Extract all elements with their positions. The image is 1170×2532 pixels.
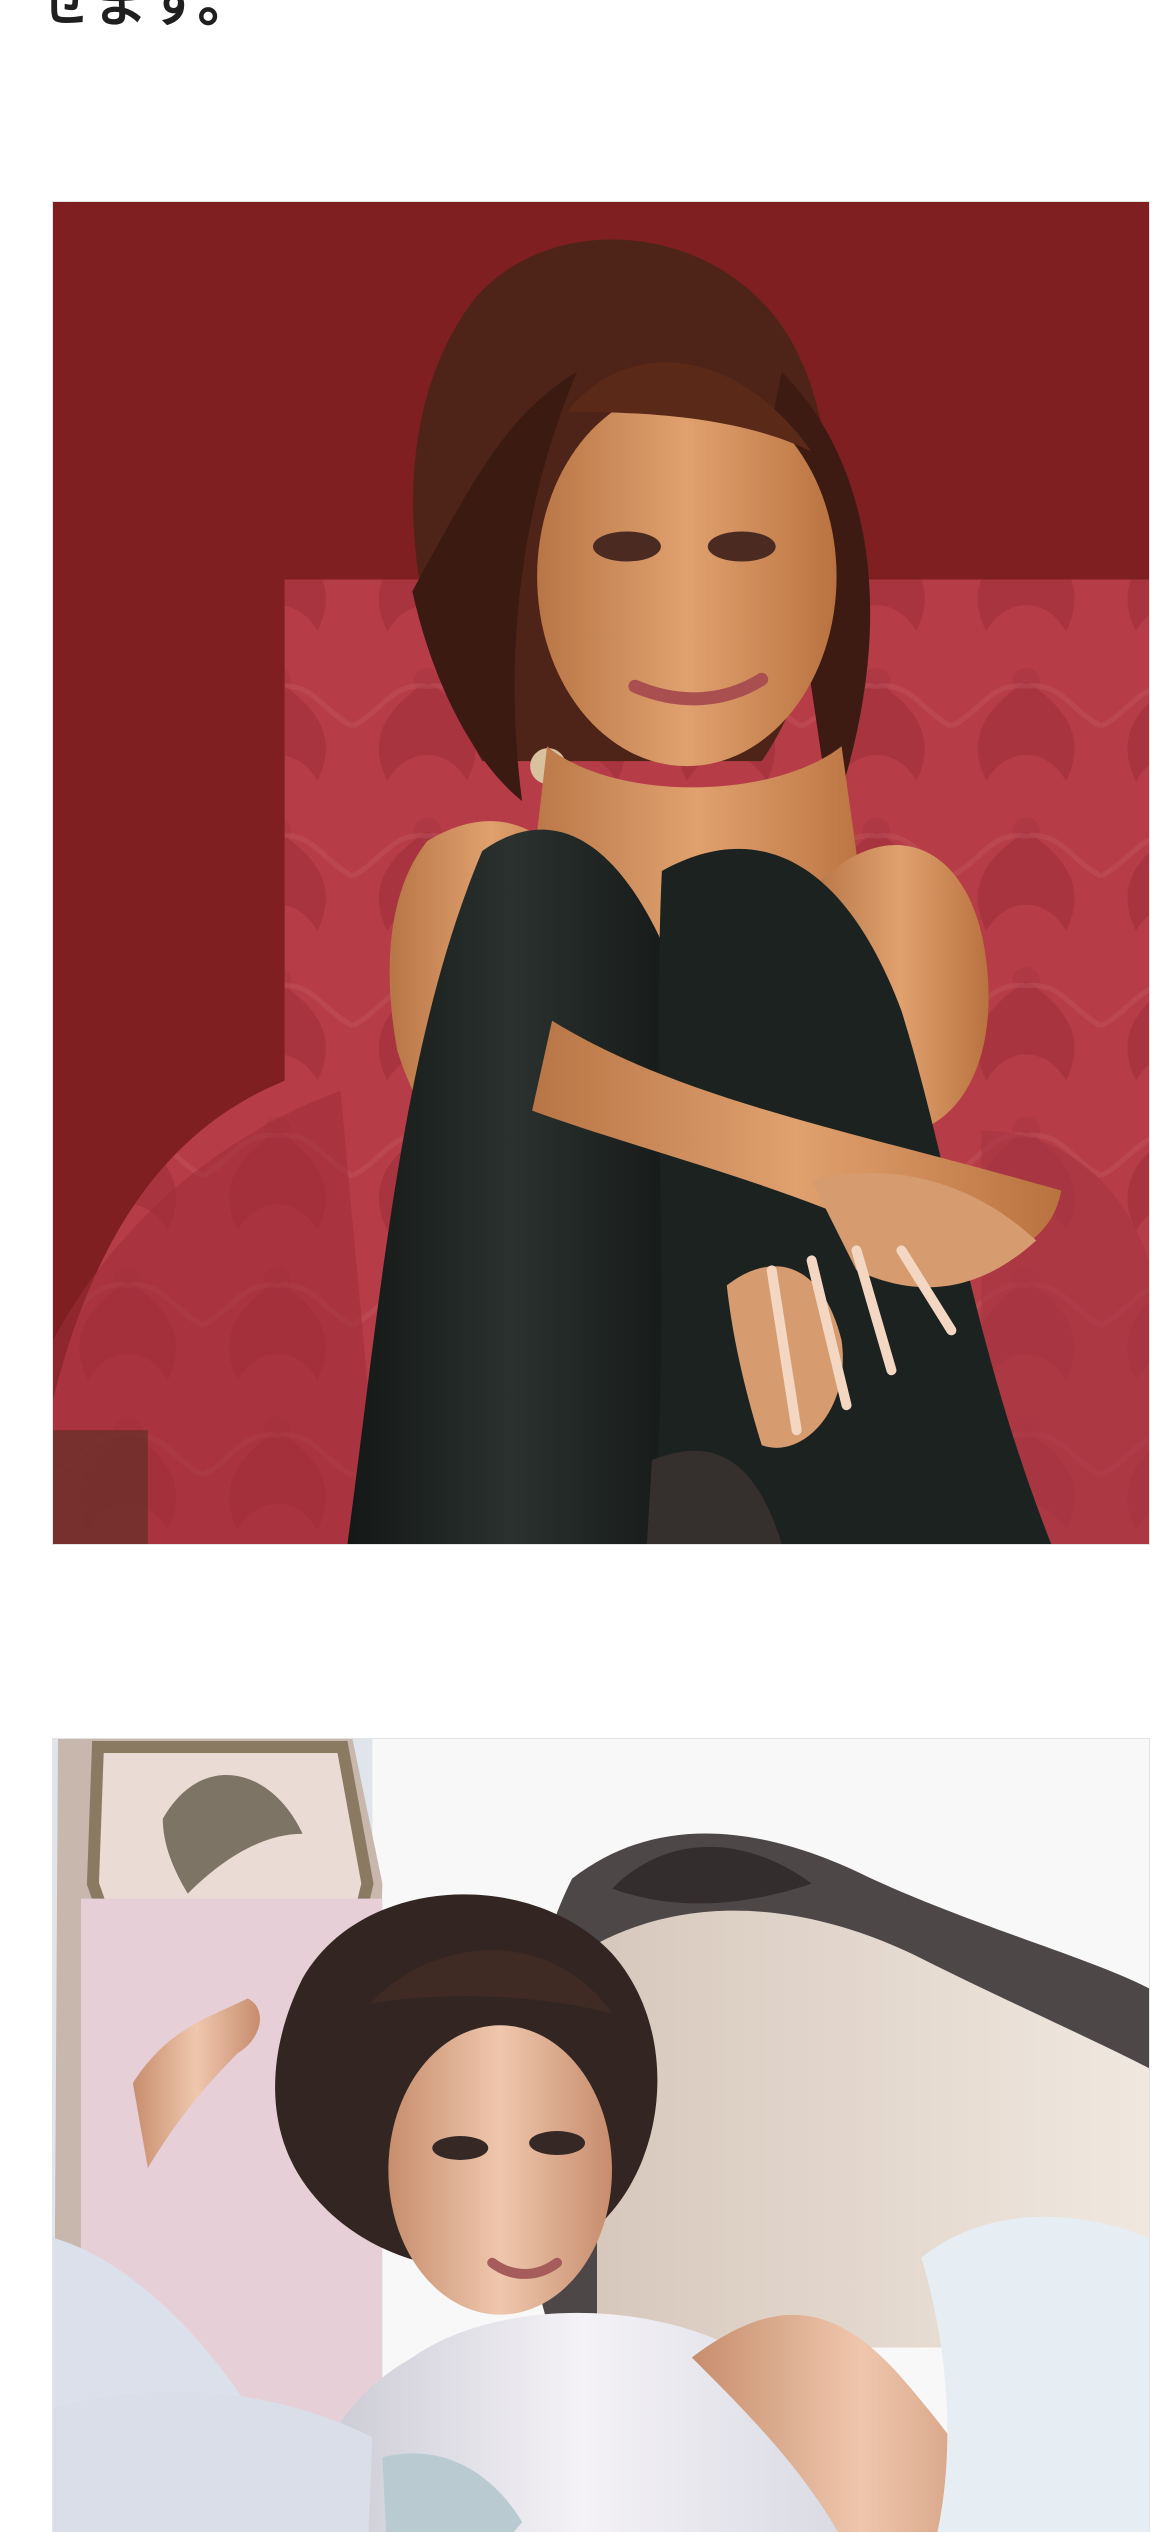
- portrait-red-chair-illustration: [53, 202, 1149, 1544]
- article-page: せます。: [0, 0, 1170, 2532]
- article-text: せます。: [38, 0, 253, 34]
- portrait-sofa-illustration: [53, 1739, 1149, 2532]
- article-image: [52, 201, 1150, 1545]
- article-image-2: [52, 1738, 1150, 2532]
